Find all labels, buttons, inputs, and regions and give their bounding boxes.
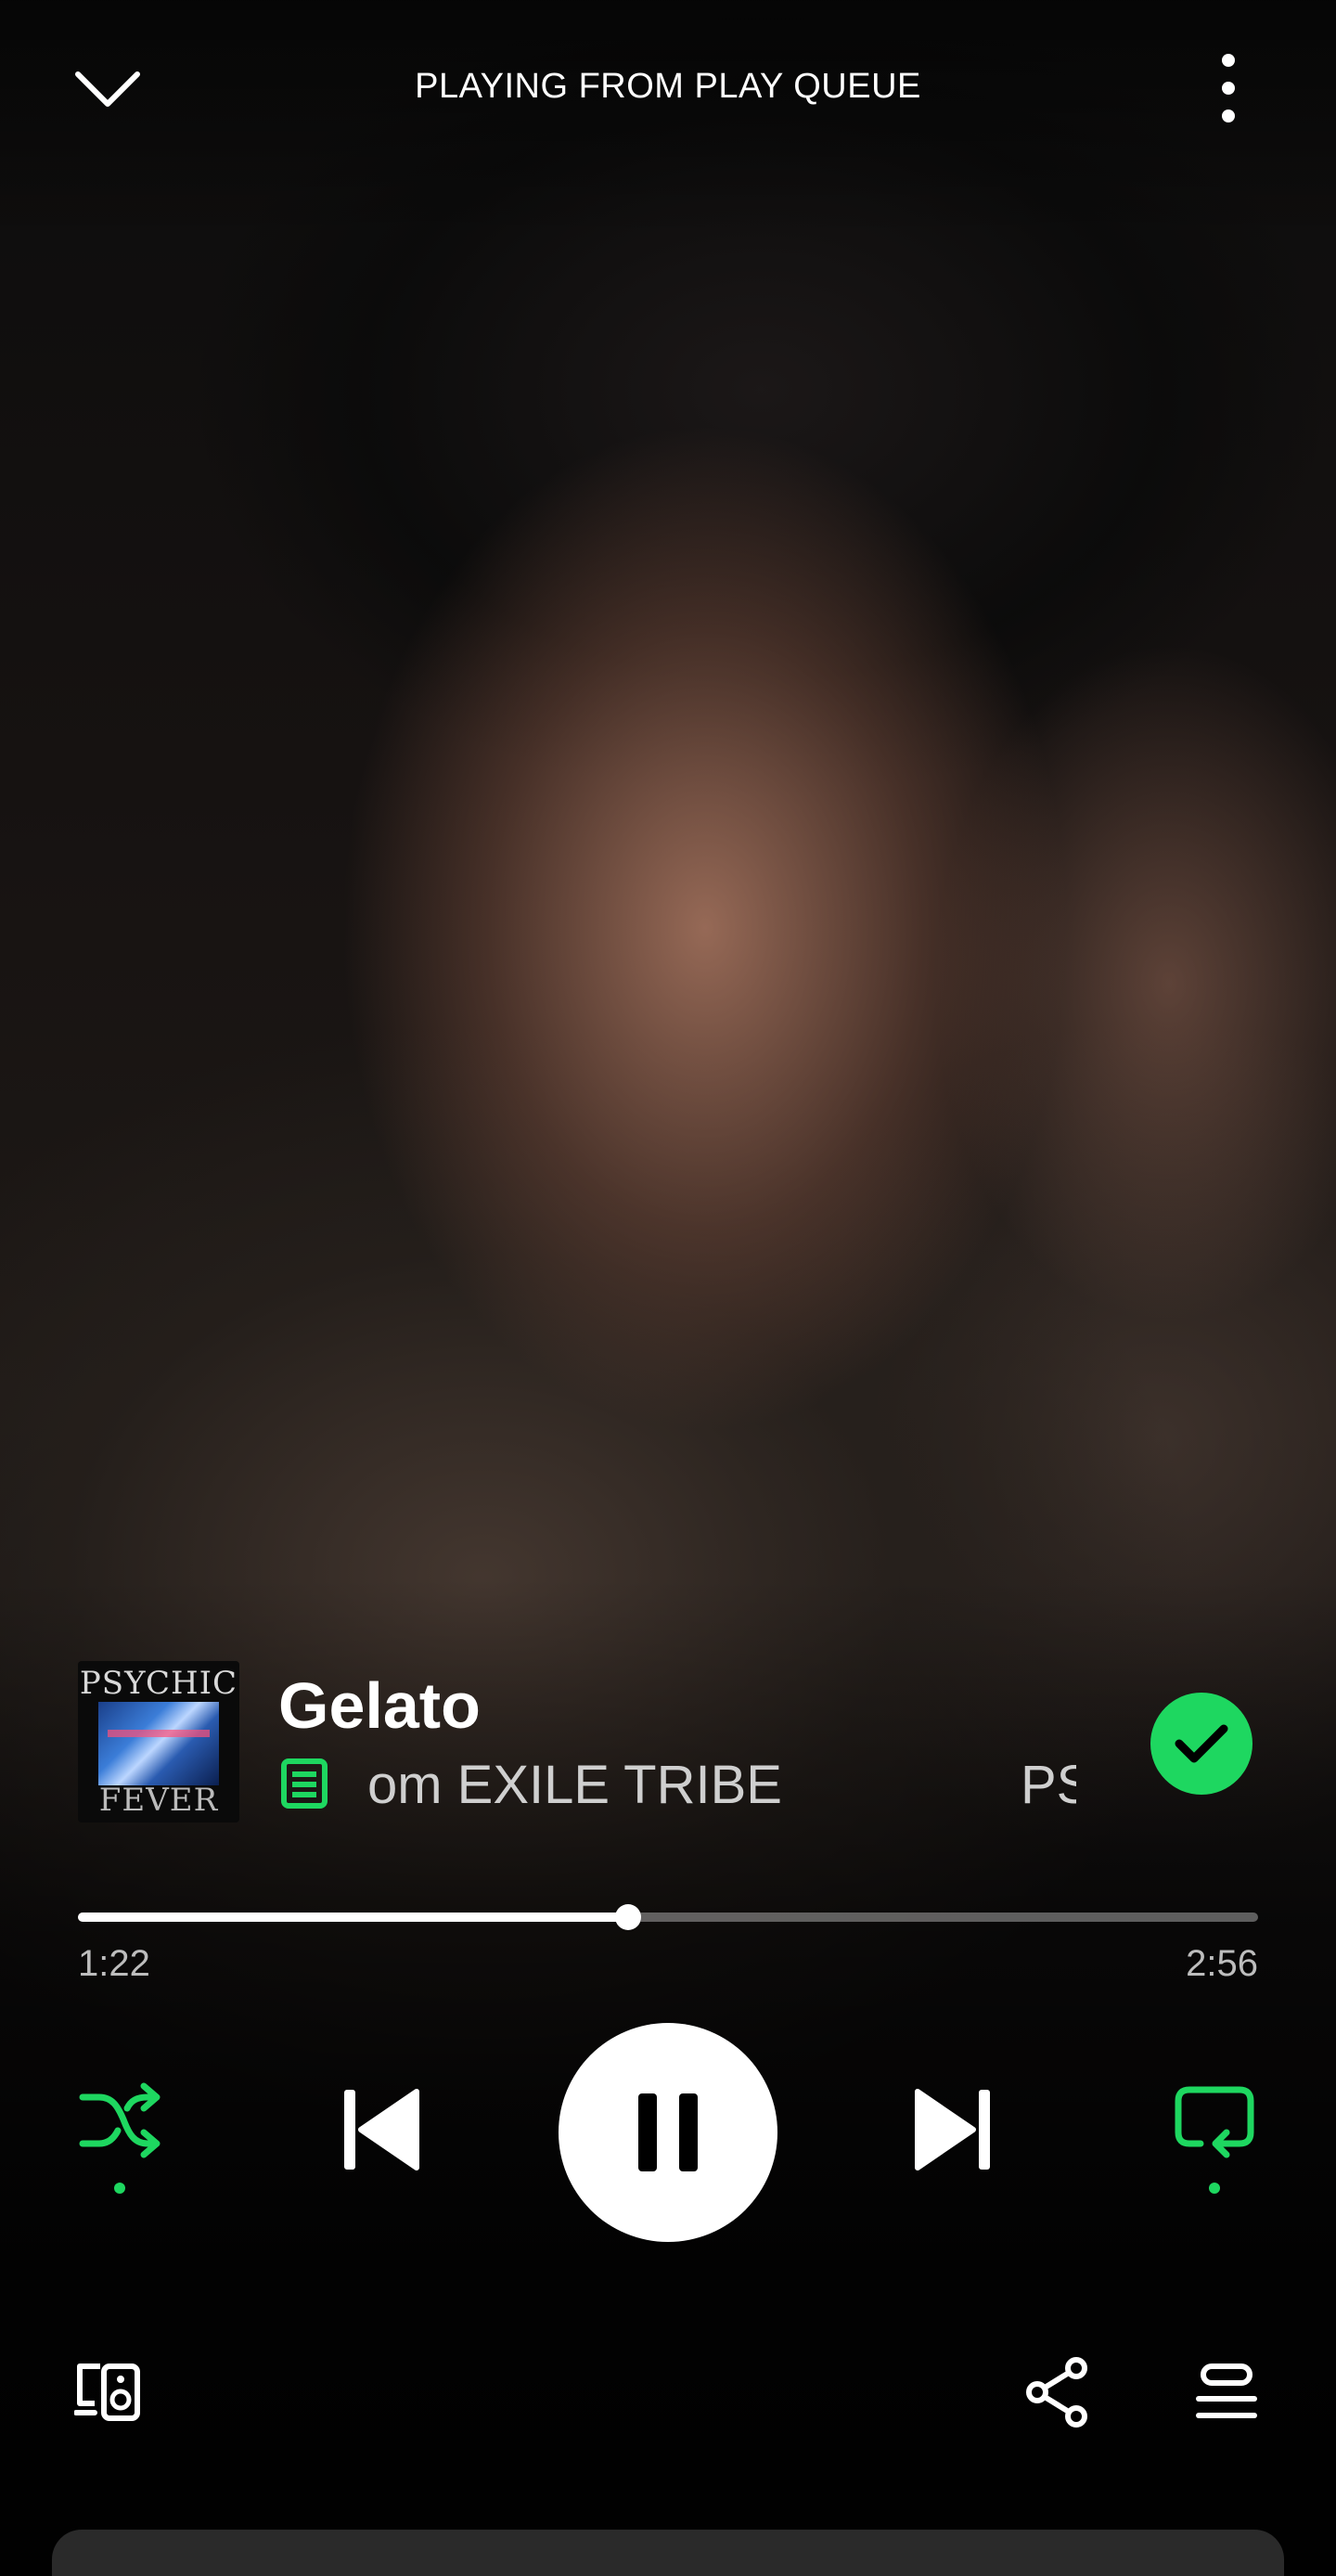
- total-time: 2:56: [1186, 1943, 1258, 1984]
- connect-device-button[interactable]: [71, 2357, 145, 2428]
- artist-name-marquee[interactable]: om EXILE TRIBE: [367, 1754, 782, 1813]
- elapsed-time: 1:22: [78, 1943, 150, 1984]
- cover-title-text: PSYCHIC: [79, 1665, 238, 1702]
- now-playing-header: PLAYING FROM PLAY QUEUE: [0, 0, 1336, 176]
- header-title: PLAYING FROM PLAY QUEUE: [415, 67, 921, 106]
- more-vertical-icon: [1222, 54, 1235, 122]
- skip-next-icon: [915, 2089, 990, 2170]
- collapse-button[interactable]: [61, 54, 154, 124]
- more-options-button[interactable]: [1191, 46, 1265, 130]
- lyrics-card-peek[interactable]: [52, 2530, 1284, 2576]
- queue-icon: [1196, 2363, 1257, 2418]
- share-button[interactable]: [1021, 2353, 1095, 2431]
- lyrics-icon[interactable]: [280, 1758, 328, 1810]
- repeat-icon: [1175, 2086, 1254, 2158]
- pause-button[interactable]: [559, 2023, 777, 2242]
- shuffle-active-dot: [114, 2183, 125, 2194]
- album-cover[interactable]: PSYCHIC FEVER: [78, 1661, 239, 1823]
- next-track-button[interactable]: [902, 2079, 1004, 2181]
- skip-previous-icon: [344, 2089, 419, 2170]
- cover-subtitle-text: FEVER: [98, 1782, 219, 1819]
- chevron-down-icon: [75, 71, 140, 107]
- share-icon: [1026, 2357, 1087, 2428]
- repeat-active-dot: [1209, 2183, 1220, 2194]
- song-title[interactable]: Gelato: [278, 1668, 481, 1743]
- pause-icon: [638, 2093, 698, 2171]
- track-info: PSYCHIC FEVER Gelato om EXILE TRIBE PS: [0, 1652, 1336, 1828]
- cover-artwork: [98, 1702, 219, 1785]
- saved-to-library-button[interactable]: [1150, 1693, 1252, 1795]
- artist-name-marquee-next: PS: [1021, 1755, 1076, 1813]
- check-icon: [1175, 1724, 1228, 1763]
- repeat-button[interactable]: [1163, 2079, 1265, 2199]
- connect-device-icon: [74, 2363, 140, 2421]
- shuffle-button[interactable]: [69, 2079, 171, 2199]
- shuffle-icon: [79, 2082, 161, 2158]
- progress-fill: [78, 1913, 628, 1922]
- progress-thumb[interactable]: [614, 1904, 641, 1930]
- artist-row: om EXILE TRIBE PS: [278, 1748, 1076, 1813]
- previous-track-button[interactable]: [330, 2079, 432, 2181]
- queue-button[interactable]: [1189, 2357, 1264, 2428]
- progress-slider[interactable]: [78, 1897, 1258, 1934]
